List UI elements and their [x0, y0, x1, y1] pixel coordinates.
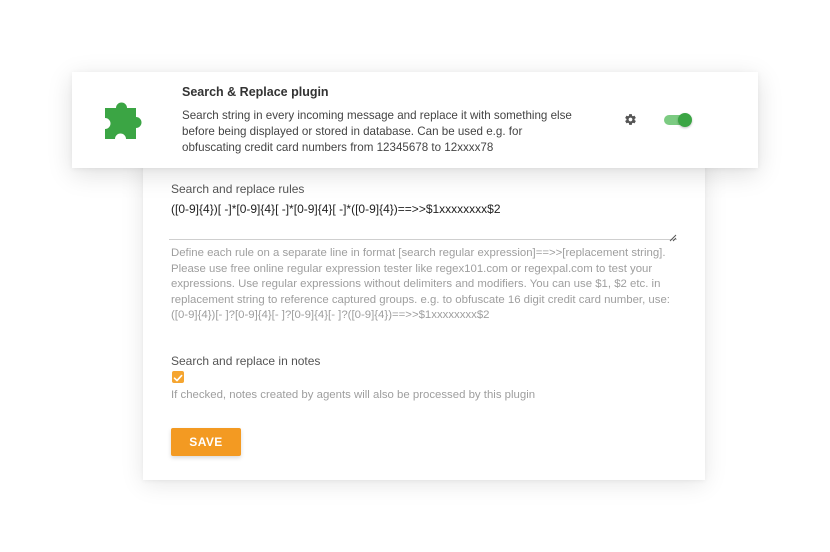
- save-button[interactable]: SAVE: [171, 428, 241, 456]
- resize-handle-icon[interactable]: [669, 234, 677, 242]
- description-line: Search string in every incoming message …: [182, 109, 572, 122]
- plugin-enabled-toggle[interactable]: [664, 113, 692, 127]
- description-line: before being displayed or stored in data…: [182, 125, 523, 139]
- rules-textarea[interactable]: ([0-9]{4})[ -]*[0-9]{4}[ -]*[0-9]{4}[ -]…: [169, 200, 677, 240]
- plugin-card: Search & Replace plugin Search string in…: [72, 72, 758, 168]
- puzzle-icon: [105, 102, 142, 139]
- toggle-thumb: [678, 113, 692, 127]
- help-line: Define each rule on a separate line in f…: [171, 247, 666, 259]
- help-line: replacement string to reference captured…: [171, 293, 670, 306]
- notes-help-text: If checked, notes created by agents will…: [171, 389, 536, 401]
- description-line: obfuscating credit card numbers from 123…: [182, 141, 494, 155]
- plugin-description: Search string in every incoming message …: [182, 108, 582, 157]
- help-line: expressions. Use regular expressions wit…: [171, 278, 661, 291]
- notes-checkbox[interactable]: [172, 371, 184, 383]
- plugin-title: Search & Replace plugin: [182, 85, 329, 99]
- help-line: ([0-9]{4})[- ]?[0-9]{4}[- ]?[0-9]{4}[- ]…: [171, 309, 490, 322]
- plugin-settings-panel: Search and replace rules ([0-9]{4})[ -]*…: [143, 150, 705, 480]
- rules-help-text: Define each rule on a separate line in f…: [171, 246, 681, 324]
- notes-label: Search and replace in notes: [171, 354, 321, 368]
- help-line: Please use free online regular expressio…: [171, 262, 653, 275]
- gear-icon[interactable]: [624, 113, 637, 126]
- checkmark-icon: [173, 374, 183, 382]
- rules-label: Search and replace rules: [171, 182, 305, 196]
